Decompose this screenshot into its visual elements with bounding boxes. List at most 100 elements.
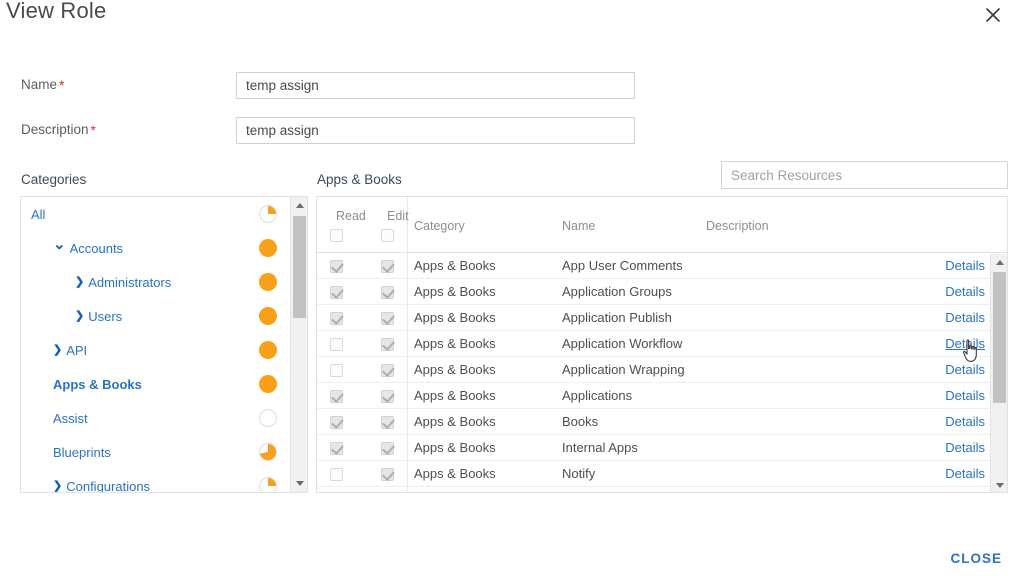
category-item-api[interactable]: ❯ API	[21, 333, 291, 367]
cell-category: Apps & Books	[414, 414, 496, 429]
category-item-blueprints[interactable]: Blueprints	[21, 435, 291, 469]
cell-name: Application Publish	[562, 310, 672, 325]
table-scrollbar-thumb[interactable]	[993, 272, 1006, 403]
edit-checkbox[interactable]	[381, 260, 394, 273]
required-marker: *	[59, 77, 65, 93]
cell-category: Apps & Books	[414, 466, 496, 481]
category-item-apps-books[interactable]: Apps & Books	[21, 367, 291, 401]
details-link[interactable]: Details	[945, 336, 985, 351]
edit-checkbox[interactable]	[381, 390, 394, 403]
table-row[interactable]: Apps & Books Application Groups Details	[317, 279, 1007, 305]
chevron-right-icon[interactable]: ❯	[53, 480, 62, 492]
details-link[interactable]: Details	[945, 310, 985, 325]
categories-scrollbar[interactable]	[290, 197, 307, 492]
details-link[interactable]: Details	[945, 388, 985, 403]
category-label-text: API	[66, 342, 88, 358]
chevron-right-icon[interactable]: ❯	[53, 344, 62, 356]
category-item-label: ⌄ Accounts	[53, 237, 123, 256]
column-separator	[407, 487, 408, 492]
search-input[interactable]	[721, 161, 1008, 189]
edit-checkbox[interactable]	[381, 364, 394, 377]
category-item-label: Apps & Books	[53, 377, 142, 392]
column-header-edit: Edit	[387, 209, 409, 223]
category-item-label: Assist	[53, 411, 88, 426]
edit-checkbox[interactable]	[381, 416, 394, 429]
column-header-read: Read	[336, 209, 366, 223]
select-all-read-checkbox[interactable]	[330, 229, 343, 242]
scroll-up-arrow-icon[interactable]	[291, 197, 307, 214]
read-checkbox[interactable]	[330, 286, 343, 299]
category-item-all[interactable]: All	[21, 197, 291, 231]
chevron-down-icon[interactable]: ⌄	[53, 237, 66, 252]
column-header-name: Name	[562, 219, 596, 233]
category-item-configurations[interactable]: ❯ Configurations	[21, 469, 291, 493]
category-item-users[interactable]: ❯ Users	[21, 299, 291, 333]
read-checkbox[interactable]	[330, 260, 343, 273]
form-row-name: Name *	[0, 72, 1014, 100]
details-link[interactable]: Details	[945, 362, 985, 377]
read-checkbox[interactable]	[330, 338, 343, 351]
details-link[interactable]: Details	[945, 284, 985, 299]
table-scrollbar[interactable]	[990, 254, 1007, 492]
cell-name: Application Workflow	[562, 336, 683, 351]
details-link[interactable]: Details	[945, 466, 985, 481]
chevron-right-icon[interactable]: ❯	[75, 276, 84, 288]
cell-category: Apps & Books	[414, 336, 496, 351]
read-checkbox[interactable]	[330, 416, 343, 429]
category-item-label: Blueprints	[53, 445, 111, 460]
select-all-edit-checkbox[interactable]	[381, 229, 394, 242]
category-label-text: Configurations	[66, 478, 151, 493]
category-item-assist[interactable]: Assist	[21, 401, 291, 435]
category-item-accounts[interactable]: ⌄ Accounts	[21, 231, 291, 265]
edit-checkbox[interactable]	[381, 312, 394, 325]
close-icon[interactable]	[980, 2, 1006, 28]
name-label: Name *	[21, 77, 65, 93]
close-button[interactable]: CLOSE	[950, 551, 1002, 566]
column-separator	[407, 461, 408, 486]
categories-scrollbar-thumb[interactable]	[293, 216, 306, 318]
read-checkbox[interactable]	[330, 442, 343, 455]
table-row[interactable]: Apps & Books Applications Details	[317, 383, 1007, 409]
categories-panel: All ⌄ Accounts ❯ Administrators ❯ Users ❯ API App…	[20, 196, 308, 493]
table-row[interactable]	[317, 487, 1007, 492]
scroll-down-arrow-icon[interactable]	[991, 477, 1007, 492]
scroll-up-arrow-icon[interactable]	[991, 254, 1007, 271]
scroll-down-arrow-icon[interactable]	[291, 475, 307, 492]
edit-checkbox[interactable]	[381, 338, 394, 351]
table-row[interactable]: Apps & Books Books Details	[317, 409, 1007, 435]
read-checkbox[interactable]	[330, 312, 343, 325]
name-input[interactable]	[236, 72, 635, 99]
cell-name: Application Groups	[562, 284, 672, 299]
page-title: View Role	[6, 0, 107, 23]
permission-status-indicator	[259, 273, 277, 291]
table-row[interactable]: Apps & Books App User Comments Details	[317, 253, 1007, 279]
categories-caption: Categories	[21, 172, 87, 187]
table-row[interactable]: Apps & Books Application Publish Details	[317, 305, 1007, 331]
description-input[interactable]	[236, 117, 635, 144]
permission-status-indicator	[259, 307, 277, 325]
table-row[interactable]: Apps & Books Application Wrapping Details	[317, 357, 1007, 383]
column-separator	[407, 305, 408, 330]
form-row-description: Description *	[0, 117, 1014, 145]
category-label-text: Apps & Books	[53, 376, 142, 392]
table-row[interactable]: Apps & Books Application Workflow Details	[317, 331, 1007, 357]
column-separator	[407, 253, 408, 278]
permission-status-indicator	[259, 341, 277, 359]
read-checkbox[interactable]	[330, 468, 343, 481]
edit-checkbox[interactable]	[381, 442, 394, 455]
details-link[interactable]: Details	[945, 414, 985, 429]
edit-checkbox[interactable]	[381, 468, 394, 481]
read-checkbox[interactable]	[330, 364, 343, 377]
cell-category: Apps & Books	[414, 258, 496, 273]
column-separator	[407, 279, 408, 304]
edit-checkbox[interactable]	[381, 286, 394, 299]
details-link[interactable]: Details	[945, 258, 985, 273]
chevron-right-icon[interactable]: ❯	[75, 310, 84, 322]
read-checkbox[interactable]	[330, 390, 343, 403]
details-link[interactable]: Details	[945, 440, 985, 455]
column-separator	[407, 435, 408, 460]
category-item-administrators[interactable]: ❯ Administrators	[21, 265, 291, 299]
table-row[interactable]: Apps & Books Notify Details	[317, 461, 1007, 487]
table-row[interactable]: Apps & Books Internal Apps Details	[317, 435, 1007, 461]
category-item-label: All	[31, 207, 45, 222]
